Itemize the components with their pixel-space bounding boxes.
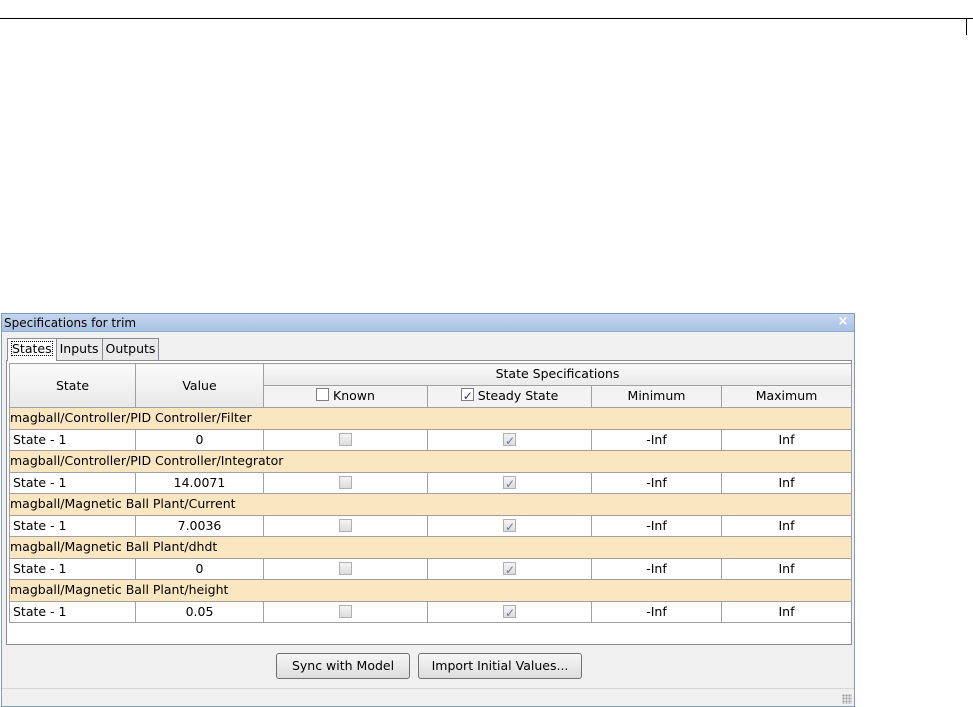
table-row: State - 1 0 -Inf Inf bbox=[9, 428, 853, 451]
tab-outputs[interactable]: Outputs bbox=[101, 338, 160, 360]
button-bar: Sync with Model Import Initial Values... bbox=[2, 653, 854, 679]
known-checkbox[interactable] bbox=[339, 561, 352, 575]
steady-state-cell bbox=[427, 600, 592, 623]
known-checkbox[interactable] bbox=[339, 518, 352, 532]
group-row-dhdt: magball/Magnetic Ball Plant/dhdt bbox=[8, 536, 853, 559]
group-name: magball/Magnetic Ball Plant/Current bbox=[8, 493, 853, 516]
group-name: magball/Magnetic Ball Plant/height bbox=[8, 579, 853, 602]
group-name: magball/Magnetic Ball Plant/dhdt bbox=[8, 536, 853, 559]
steady-state-all-checkbox[interactable] bbox=[460, 386, 474, 406]
group-row-filter: magball/Controller/PID Controller/Filter bbox=[8, 407, 853, 430]
known-cell bbox=[263, 600, 428, 623]
table-row: State - 1 14.0071 -Inf Inf bbox=[9, 471, 853, 494]
tab-outputs-label: Outputs bbox=[105, 341, 156, 356]
column-header-value[interactable]: Value bbox=[135, 363, 264, 408]
steady-state-cell bbox=[427, 557, 592, 580]
known-header-label: Known bbox=[333, 387, 375, 403]
status-bar bbox=[2, 688, 854, 706]
minimum-cell[interactable]: -Inf bbox=[591, 471, 722, 494]
known-cell bbox=[263, 557, 428, 580]
maximum-cell[interactable]: Inf bbox=[720, 514, 853, 537]
known-cell bbox=[263, 514, 428, 537]
known-checkbox[interactable] bbox=[339, 604, 352, 618]
dialog-title: Specifications for trim bbox=[4, 316, 137, 330]
maximum-cell[interactable]: Inf bbox=[720, 428, 853, 451]
tab-states[interactable]: States bbox=[7, 338, 57, 361]
column-header-maximum[interactable]: Maximum bbox=[720, 384, 853, 408]
tab-states-label: States bbox=[11, 341, 53, 356]
minimum-cell[interactable]: -Inf bbox=[591, 600, 722, 623]
value-cell[interactable]: 14.0071 bbox=[135, 471, 264, 494]
column-header-steady-state[interactable]: Steady State bbox=[427, 384, 592, 408]
states-table: State Value State Specifications Known ✓… bbox=[8, 363, 853, 623]
column-group-state-specifications: State Specifications bbox=[262, 363, 853, 386]
minimum-cell[interactable]: -Inf bbox=[591, 428, 722, 451]
known-all-checkbox[interactable] bbox=[316, 388, 330, 401]
minimum-cell[interactable]: -Inf bbox=[591, 514, 722, 537]
steady-state-cell bbox=[427, 514, 592, 537]
page-header-tick bbox=[966, 18, 967, 35]
resize-grip-icon[interactable] bbox=[842, 694, 852, 704]
known-cell bbox=[263, 428, 428, 451]
page-header-rule bbox=[0, 18, 973, 19]
maximum-cell[interactable]: Inf bbox=[720, 557, 853, 580]
known-checkbox[interactable] bbox=[339, 475, 352, 489]
group-name: magball/Controller/PID Controller/Filter bbox=[8, 407, 853, 430]
value-cell[interactable]: 7.0036 bbox=[135, 514, 264, 537]
group-row-height: magball/Magnetic Ball Plant/height bbox=[8, 579, 853, 602]
group-row-integrator: magball/Controller/PID Controller/Integr… bbox=[8, 450, 853, 473]
specifications-dialog: Specifications for trim × States Inputs … bbox=[1, 313, 855, 707]
tab-inputs-label: Inputs bbox=[59, 341, 99, 356]
dialog-titlebar[interactable]: Specifications for trim × bbox=[2, 314, 854, 332]
value-cell[interactable]: 0.05 bbox=[135, 600, 264, 623]
state-cell: State - 1 bbox=[9, 600, 136, 623]
steady-state-checkbox[interactable] bbox=[503, 603, 516, 623]
steady-state-cell bbox=[427, 428, 592, 451]
steady-state-header-label: Steady State bbox=[477, 387, 559, 403]
steady-state-checkbox[interactable] bbox=[503, 431, 516, 451]
import-initial-values-button[interactable]: Import Initial Values... bbox=[418, 653, 582, 679]
steady-state-checkbox[interactable] bbox=[503, 517, 516, 537]
state-cell: State - 1 bbox=[9, 557, 136, 580]
column-header-state[interactable]: State bbox=[9, 363, 136, 408]
sync-with-model-button[interactable]: Sync with Model bbox=[276, 653, 410, 679]
value-cell[interactable]: 0 bbox=[135, 428, 264, 451]
maximum-cell[interactable]: Inf bbox=[720, 600, 853, 623]
column-header-known[interactable]: Known bbox=[263, 384, 428, 408]
close-icon[interactable]: × bbox=[836, 315, 850, 329]
known-cell bbox=[263, 471, 428, 494]
group-name: magball/Controller/PID Controller/Integr… bbox=[8, 450, 853, 473]
steady-state-checkbox[interactable] bbox=[503, 560, 516, 580]
known-checkbox[interactable] bbox=[339, 432, 352, 446]
tab-inputs[interactable]: Inputs bbox=[55, 338, 103, 360]
table-row: State - 1 7.0036 -Inf Inf bbox=[9, 514, 853, 537]
steady-state-cell bbox=[427, 471, 592, 494]
table-row: State - 1 0.05 -Inf Inf bbox=[9, 600, 853, 623]
steady-state-checkbox[interactable] bbox=[503, 474, 516, 494]
tab-strip: States Inputs Outputs bbox=[7, 338, 160, 361]
maximum-cell[interactable]: Inf bbox=[720, 471, 853, 494]
column-header-minimum[interactable]: Minimum bbox=[591, 384, 722, 408]
table-row: State - 1 0 -Inf Inf bbox=[9, 557, 853, 580]
state-cell: State - 1 bbox=[9, 514, 136, 537]
state-cell: State - 1 bbox=[9, 428, 136, 451]
state-cell: State - 1 bbox=[9, 471, 136, 494]
minimum-cell[interactable]: -Inf bbox=[591, 557, 722, 580]
group-row-current: magball/Magnetic Ball Plant/Current bbox=[8, 493, 853, 516]
value-cell[interactable]: 0 bbox=[135, 557, 264, 580]
states-table-panel: State Value State Specifications Known ✓… bbox=[6, 360, 853, 645]
